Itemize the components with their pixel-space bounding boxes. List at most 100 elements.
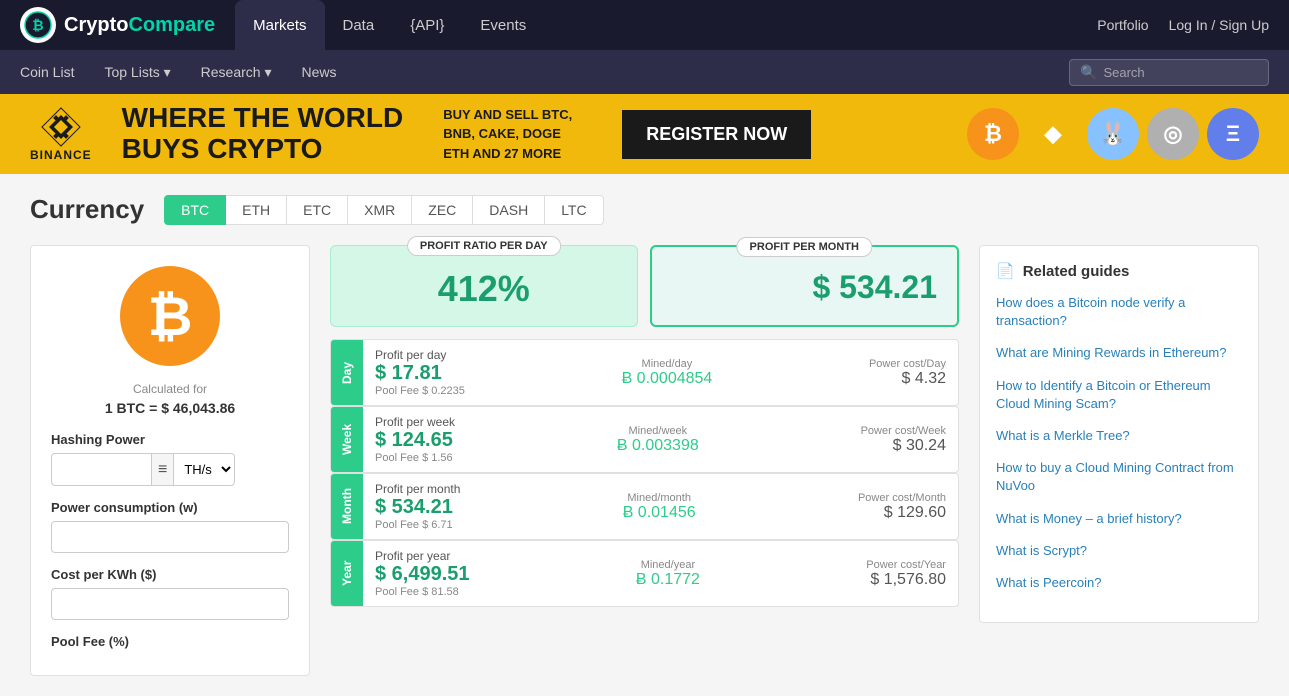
mined-value: Ƀ 0.1772 (636, 571, 700, 589)
tab-ltc[interactable]: LTC (545, 195, 603, 225)
page-title: Currency (30, 194, 144, 225)
guide-link[interactable]: What is a Merkle Tree? (996, 427, 1242, 445)
btc-price: 1 BTC = $ 46,043.86 (51, 400, 289, 416)
profit-row: Day Profit per day $ 17.81 Pool Fee $ 0.… (330, 339, 959, 406)
power-label: Power cost/Week (861, 425, 946, 437)
btc-coin-icon: ₿ (967, 108, 1019, 160)
mined-label: Mined/year (641, 559, 695, 571)
mined-label: Mined/day (642, 358, 693, 370)
tab-dash[interactable]: DASH (473, 195, 545, 225)
research-nav[interactable]: Research ▾ (201, 64, 272, 81)
profit-rows: Day Profit per day $ 17.81 Pool Fee $ 0.… (330, 339, 959, 607)
profit-row: Year Profit per year $ 6,499.51 Pool Fee… (330, 540, 959, 607)
doge-coin-icon: ◎ (1147, 108, 1199, 160)
mined-label: Mined/week (628, 425, 687, 437)
profit-day-badge: PROFIT RATIO PER DAY (407, 236, 561, 256)
period-tag: Year (331, 541, 363, 606)
btc-logo: ₿ (120, 266, 220, 366)
profit-main-col: Profit per week $ 124.65 Pool Fee $ 1.56 (375, 415, 455, 464)
power-col: Power cost/Day $ 4.32 (869, 358, 946, 388)
pool-fee-value: Pool Fee $ 6.71 (375, 519, 460, 531)
period-tag: Day (331, 340, 363, 405)
tab-btc[interactable]: BTC (164, 195, 226, 225)
news-nav[interactable]: News (301, 64, 336, 80)
tab-eth[interactable]: ETH (226, 195, 287, 225)
logo-text: CryptoCompare (64, 14, 215, 37)
profit-row-content: Profit per day $ 17.81 Pool Fee $ 0.2235… (363, 340, 958, 405)
main-content: Currency BTC ETH ETC XMR ZEC DASH LTC ₿ … (0, 174, 1289, 696)
guide-link[interactable]: How to Identify a Bitcoin or Ethereum Cl… (996, 377, 1242, 413)
currency-tabs: BTC ETH ETC XMR ZEC DASH LTC (164, 195, 603, 225)
right-panel: 📄 Related guides How does a Bitcoin node… (979, 245, 1259, 676)
power-label: Power cost/Day (869, 358, 946, 370)
profit-row-content: Profit per month $ 534.21 Pool Fee $ 6.7… (363, 474, 958, 539)
mined-col: Mined/year Ƀ 0.1772 (636, 559, 700, 589)
power-col: Power cost/Year $ 1,576.80 (866, 559, 946, 589)
tab-zec[interactable]: ZEC (412, 195, 473, 225)
nav-api[interactable]: {API} (392, 0, 462, 50)
top-nav-links: Markets Data {API} Events (235, 0, 1097, 50)
banner-subtext: BUY AND SELL BTC, BNB, CAKE, DOGE ETH AN… (443, 105, 572, 164)
profit-month-value: $ 534.21 (672, 269, 938, 306)
hashing-unit-select[interactable]: TH/s (173, 453, 235, 486)
mined-value: Ƀ 0.003398 (617, 437, 699, 455)
svg-text:₿: ₿ (32, 17, 43, 33)
guides-icon: 📄 (996, 262, 1015, 280)
power-consumption-input[interactable]: 1500 (51, 521, 289, 553)
guide-link[interactable]: What are Mining Rewards in Ethereum? (996, 344, 1242, 362)
nav-events[interactable]: Events (462, 0, 544, 50)
login-signup-link[interactable]: Log In / Sign Up (1169, 17, 1269, 33)
coin-logo-area: ₿ (51, 266, 289, 366)
tab-xmr[interactable]: XMR (348, 195, 412, 225)
period-tag: Month (331, 474, 363, 539)
search-icon: 🔍 (1080, 64, 1097, 81)
toplists-nav[interactable]: Top Lists ▾ (104, 64, 170, 81)
content-grid: ₿ Calculated for 1 BTC = $ 46,043.86 Has… (30, 245, 1259, 676)
bnb-coin-icon: ◆ (1027, 108, 1079, 160)
hashing-power-input-group: 70 ≡ TH/s (51, 453, 289, 486)
power-label: Power cost/Month (858, 492, 946, 504)
pool-fee-value: Pool Fee $ 0.2235 (375, 385, 465, 397)
portfolio-link[interactable]: Portfolio (1097, 17, 1148, 33)
pool-fee-label: Pool Fee (%) (51, 634, 289, 649)
profit-summary: PROFIT RATIO PER DAY 412% PROFIT PER MON… (330, 245, 959, 327)
profit-main-col: Profit per month $ 534.21 Pool Fee $ 6.7… (375, 482, 460, 531)
profit-month-badge: PROFIT PER MONTH (737, 237, 872, 257)
guide-link[interactable]: How does a Bitcoin node verify a transac… (996, 294, 1242, 330)
eth-coin-icon: Ξ (1207, 108, 1259, 160)
guide-link[interactable]: What is Money – a brief history? (996, 510, 1242, 528)
search-input[interactable] (1103, 65, 1258, 80)
banner-headline: WHERE THE WORLD BUYS CRYPTO (122, 103, 404, 165)
pool-fee-value: Pool Fee $ 1.56 (375, 452, 455, 464)
guides-links: How does a Bitcoin node verify a transac… (996, 294, 1242, 592)
tab-etc[interactable]: ETC (287, 195, 348, 225)
register-now-button[interactable]: REGISTER NOW (622, 110, 811, 159)
power-col: Power cost/Month $ 129.60 (858, 492, 946, 522)
nav-right: Portfolio Log In / Sign Up (1097, 17, 1269, 33)
hashing-power-stepper[interactable]: ≡ (151, 453, 173, 486)
profit-period-label: Profit per month (375, 482, 460, 496)
banner-coins: ₿ ◆ 🐰 ◎ Ξ (967, 108, 1259, 160)
profit-row: Month Profit per month $ 534.21 Pool Fee… (330, 473, 959, 540)
guide-link[interactable]: What is Peercoin? (996, 574, 1242, 592)
search-bar[interactable]: 🔍 (1069, 59, 1269, 86)
profit-day-box: PROFIT RATIO PER DAY 412% (330, 245, 638, 327)
guide-link[interactable]: What is Scrypt? (996, 542, 1242, 560)
nav-markets[interactable]: Markets (235, 0, 324, 50)
mined-col: Mined/day Ƀ 0.0004854 (622, 358, 713, 388)
logo-icon: ₿ (20, 7, 56, 43)
cost-input[interactable]: 0.12 (51, 588, 289, 620)
banner: BINANCE WHERE THE WORLD BUYS CRYPTO BUY … (0, 94, 1289, 174)
hashing-power-input[interactable]: 70 (51, 453, 151, 486)
coinlist-nav[interactable]: Coin List (20, 64, 74, 80)
page-header: Currency BTC ETH ETC XMR ZEC DASH LTC (30, 194, 1259, 225)
nav-data[interactable]: Data (325, 0, 393, 50)
profit-amount: $ 6,499.51 (375, 563, 470, 586)
logo[interactable]: ₿ CryptoCompare (20, 7, 215, 43)
profit-row-content: Profit per week $ 124.65 Pool Fee $ 1.56… (363, 407, 958, 472)
profit-period-label: Profit per week (375, 415, 455, 429)
middle-panel: PROFIT RATIO PER DAY 412% PROFIT PER MON… (330, 245, 959, 676)
profit-amount: $ 534.21 (375, 496, 460, 519)
guide-link[interactable]: How to buy a Cloud Mining Contract from … (996, 459, 1242, 495)
power-col: Power cost/Week $ 30.24 (861, 425, 946, 455)
